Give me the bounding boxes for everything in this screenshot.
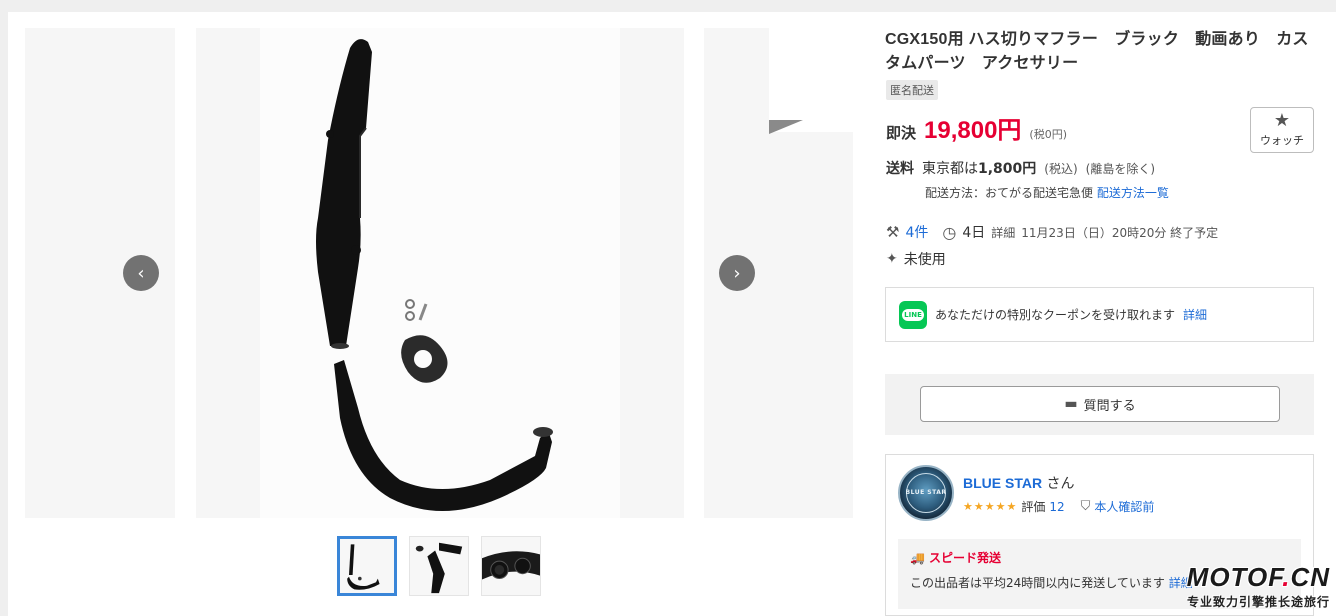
product-title: CGX150用 ハス切りマフラー ブラック 動画あり カスタムパーツ アクセサリ… [885, 31, 1309, 72]
identity-verification-link[interactable]: 本人確認前 [1094, 498, 1154, 515]
item-condition: 未使用 [903, 252, 946, 268]
speed-shipping-label: スピード発送 [928, 551, 1001, 565]
shipping-fee: 東京都は1,800円 [922, 158, 1036, 178]
question-section: ▬ 質問する [885, 374, 1314, 435]
site-watermark: MOTOF.CN 专业致力引擎推长途旅行 [1159, 562, 1336, 616]
seller-rating-row: ★★★★★ 評価 12 ⛉ 本人確認前 [963, 498, 1154, 515]
muffler-image [316, 39, 553, 511]
rating-stars-icon: ★★★★★ [963, 500, 1018, 513]
thumbnail-1[interactable] [337, 536, 397, 596]
chat-bubble-icon: ▬ [1064, 396, 1078, 412]
gallery-prev-button[interactable]: ‹ [123, 255, 159, 291]
rating-label: 評価 [1021, 500, 1046, 514]
thumbnail-2-image [415, 542, 463, 594]
speed-shipping-text: この出品者は平均24時間以内に発送しています [910, 576, 1165, 590]
shipping-fee-prefix: 東京都は [922, 161, 978, 177]
seller-honorific: さん [1046, 476, 1075, 492]
shipping-fee-tax: (税込) [1044, 162, 1078, 176]
avatar-logo-text: BLUE STAR [905, 489, 947, 496]
chevron-left-icon: ‹ [137, 262, 145, 284]
line-icon-text: LINE [902, 308, 924, 321]
thumbnail-2[interactable] [409, 536, 469, 596]
shipping-row: 送料 東京都は1,800円 (税込) (離島を除く) [886, 158, 1155, 178]
shipping-method-text: 配送方法：おてがる配送宅急便 [925, 186, 1094, 200]
next-image-fragment [769, 120, 803, 134]
gavel-icon: ⚒ [886, 223, 900, 241]
anonymous-shipping-badge: 匿名配送 [886, 80, 938, 100]
line-coupon-banner[interactable]: LINE あなただけの特別なクーポンを受け取れます 詳細 [885, 287, 1314, 342]
shipping-fee-value: 1,800円 [978, 161, 1037, 177]
product-page: ‹ › CGX150用 ハス切りマフラー ブラック 動画あり カスタムパーツ ア… [8, 12, 1336, 616]
gallery-next-button[interactable]: › [719, 255, 755, 291]
watermark-logo-a: MOTOF [1186, 562, 1283, 592]
chevron-right-icon: › [733, 262, 741, 284]
thumbnail-strip [337, 536, 541, 596]
ask-question-label: 質問する [1083, 398, 1136, 414]
auction-meta-row: ⚒ 4件 ◷ 4日 詳細 11月23日（日）20時20分 終了予定 [886, 222, 1218, 242]
thumbnail-3-image [482, 551, 540, 580]
coupon-text: あなただけの特別なクーポンを受け取れます [935, 308, 1176, 322]
watermark-logo-b: CN [1290, 562, 1330, 592]
next-image-preview [769, 28, 853, 132]
ask-question-button[interactable]: ▬ 質問する [920, 386, 1280, 422]
bid-count[interactable]: 4件 [905, 222, 928, 242]
shipping-label: 送料 [886, 161, 914, 177]
condition-row: ✦ 未使用 [886, 249, 946, 269]
price-row: 即決 19,800円 (税0円) [886, 110, 1067, 145]
seller-name-link[interactable]: BLUE STAR [963, 475, 1042, 491]
watermark-logo: MOTOF.CN [1187, 562, 1330, 593]
seller-avatar[interactable]: BLUE STAR [898, 465, 954, 521]
clock-icon: ◷ [942, 222, 957, 242]
thumbnail-3[interactable] [481, 536, 541, 596]
product-main-image[interactable] [260, 28, 620, 518]
shipping-exclusion: (離島を除く) [1085, 162, 1156, 176]
truck-icon: 🚚 [910, 550, 925, 565]
end-time: 11月23日（日）20時20分 終了予定 [1021, 225, 1219, 240]
shield-icon: ⛉ [1080, 499, 1091, 514]
shipping-methods-link[interactable]: 配送方法一覧 [1097, 186, 1169, 200]
gallery-panel-main[interactable] [196, 28, 684, 518]
star-icon: ★ [1273, 110, 1291, 131]
watch-label: ウォッチ [1260, 134, 1304, 147]
thumbnail-1-image [347, 544, 380, 590]
watch-button[interactable]: ★ ウォッチ [1250, 107, 1314, 153]
watermark-tagline: 专业致力引擎推长途旅行 [1186, 595, 1330, 609]
buy-now-label: 即決 [886, 124, 917, 142]
line-icon: LINE [899, 300, 927, 329]
coupon-detail-link[interactable]: 詳細 [1183, 306, 1207, 323]
tax-note: (税0円) [1029, 128, 1068, 141]
time-remaining: 4日 [962, 225, 986, 241]
shipping-method: 配送方法：おてがる配送宅急便 配送方法一覧 [925, 184, 1169, 201]
price-value: 19,800円 [924, 117, 1022, 144]
image-gallery: ‹ › [25, 28, 853, 518]
sparkle-icon: ✦ [886, 251, 898, 267]
rating-count-link[interactable]: 12 [1049, 500, 1064, 514]
end-time-detail-link[interactable]: 詳細 [991, 224, 1015, 241]
seller-name-row: BLUE STAR さん [963, 473, 1075, 493]
